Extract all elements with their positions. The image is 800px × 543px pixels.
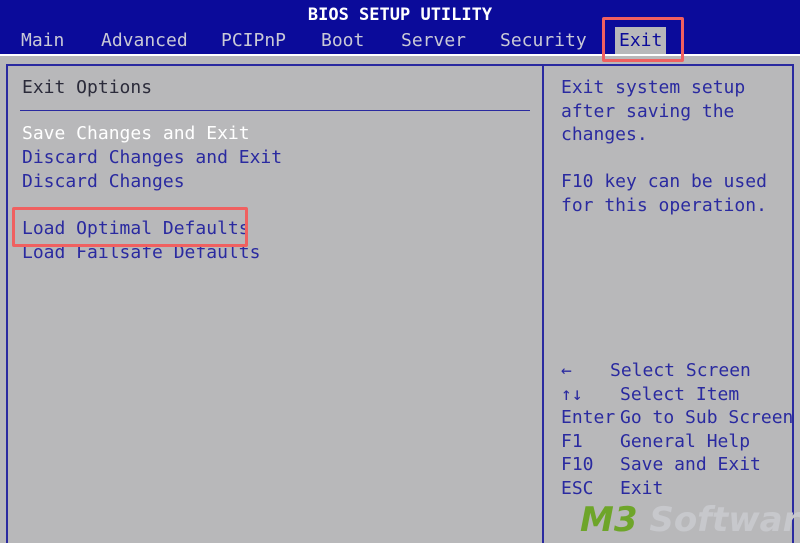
help-line-1: Exit system setup bbox=[561, 77, 746, 98]
key-f10: F10 bbox=[561, 454, 594, 475]
tab-pcipnp[interactable]: PCIPnP bbox=[221, 27, 286, 54]
key-arrow-up-down-icon: ↑↓ bbox=[561, 383, 583, 405]
key-row-sub-screen: Enter Go to Sub Screen bbox=[561, 407, 793, 431]
key-desc: Exit bbox=[620, 477, 664, 499]
load-optimal-defaults-highlight bbox=[12, 207, 248, 247]
help-line-2: after saving the bbox=[561, 100, 735, 122]
key-desc: Select Screen bbox=[610, 360, 751, 381]
section-divider bbox=[20, 110, 530, 111]
key-desc: Save and Exit bbox=[620, 454, 761, 475]
help-line-5: for this operation. bbox=[561, 194, 767, 216]
key-f1: F1 bbox=[561, 430, 583, 452]
key-desc: General Help bbox=[620, 430, 751, 452]
option-discard-changes[interactable]: Discard Changes bbox=[22, 171, 185, 192]
app-title: BIOS SETUP UTILITY bbox=[307, 5, 493, 25]
tab-advanced[interactable]: Advanced bbox=[101, 27, 188, 54]
key-desc: Go to Sub Screen bbox=[620, 407, 794, 428]
key-esc: ESC bbox=[561, 477, 594, 499]
key-row-general-help: F1 General Help bbox=[561, 430, 750, 455]
option-discard-changes-and-exit[interactable]: Discard Changes and Exit bbox=[22, 147, 282, 168]
help-line-4: F10 key can be used bbox=[561, 171, 767, 192]
key-row-select-item: ↑↓ Select Item bbox=[561, 383, 739, 408]
key-row-exit: ESC Exit bbox=[561, 477, 663, 502]
tab-boot[interactable]: Boot bbox=[321, 27, 364, 54]
tab-security[interactable]: Security bbox=[500, 27, 587, 54]
key-row-select-screen: ← Select Screen bbox=[561, 360, 751, 384]
watermark-logo: M3 Software bbox=[580, 500, 800, 540]
key-row-save-and-exit: F10 Save and Exit bbox=[561, 454, 761, 478]
tab-server[interactable]: Server bbox=[401, 27, 466, 54]
watermark-software: Software bbox=[649, 500, 800, 540]
watermark-m3: M3 bbox=[580, 500, 638, 540]
exit-tab-highlight bbox=[602, 17, 684, 62]
key-desc: Select Item bbox=[620, 383, 740, 405]
section-title: Exit Options bbox=[22, 77, 153, 98]
key-enter: Enter bbox=[561, 407, 616, 428]
help-line-3: changes. bbox=[561, 124, 648, 145]
key-arrow-left-icon: ← bbox=[561, 360, 572, 381]
option-save-changes-and-exit[interactable]: Save Changes and Exit bbox=[22, 123, 250, 144]
tab-main[interactable]: Main bbox=[21, 27, 64, 54]
